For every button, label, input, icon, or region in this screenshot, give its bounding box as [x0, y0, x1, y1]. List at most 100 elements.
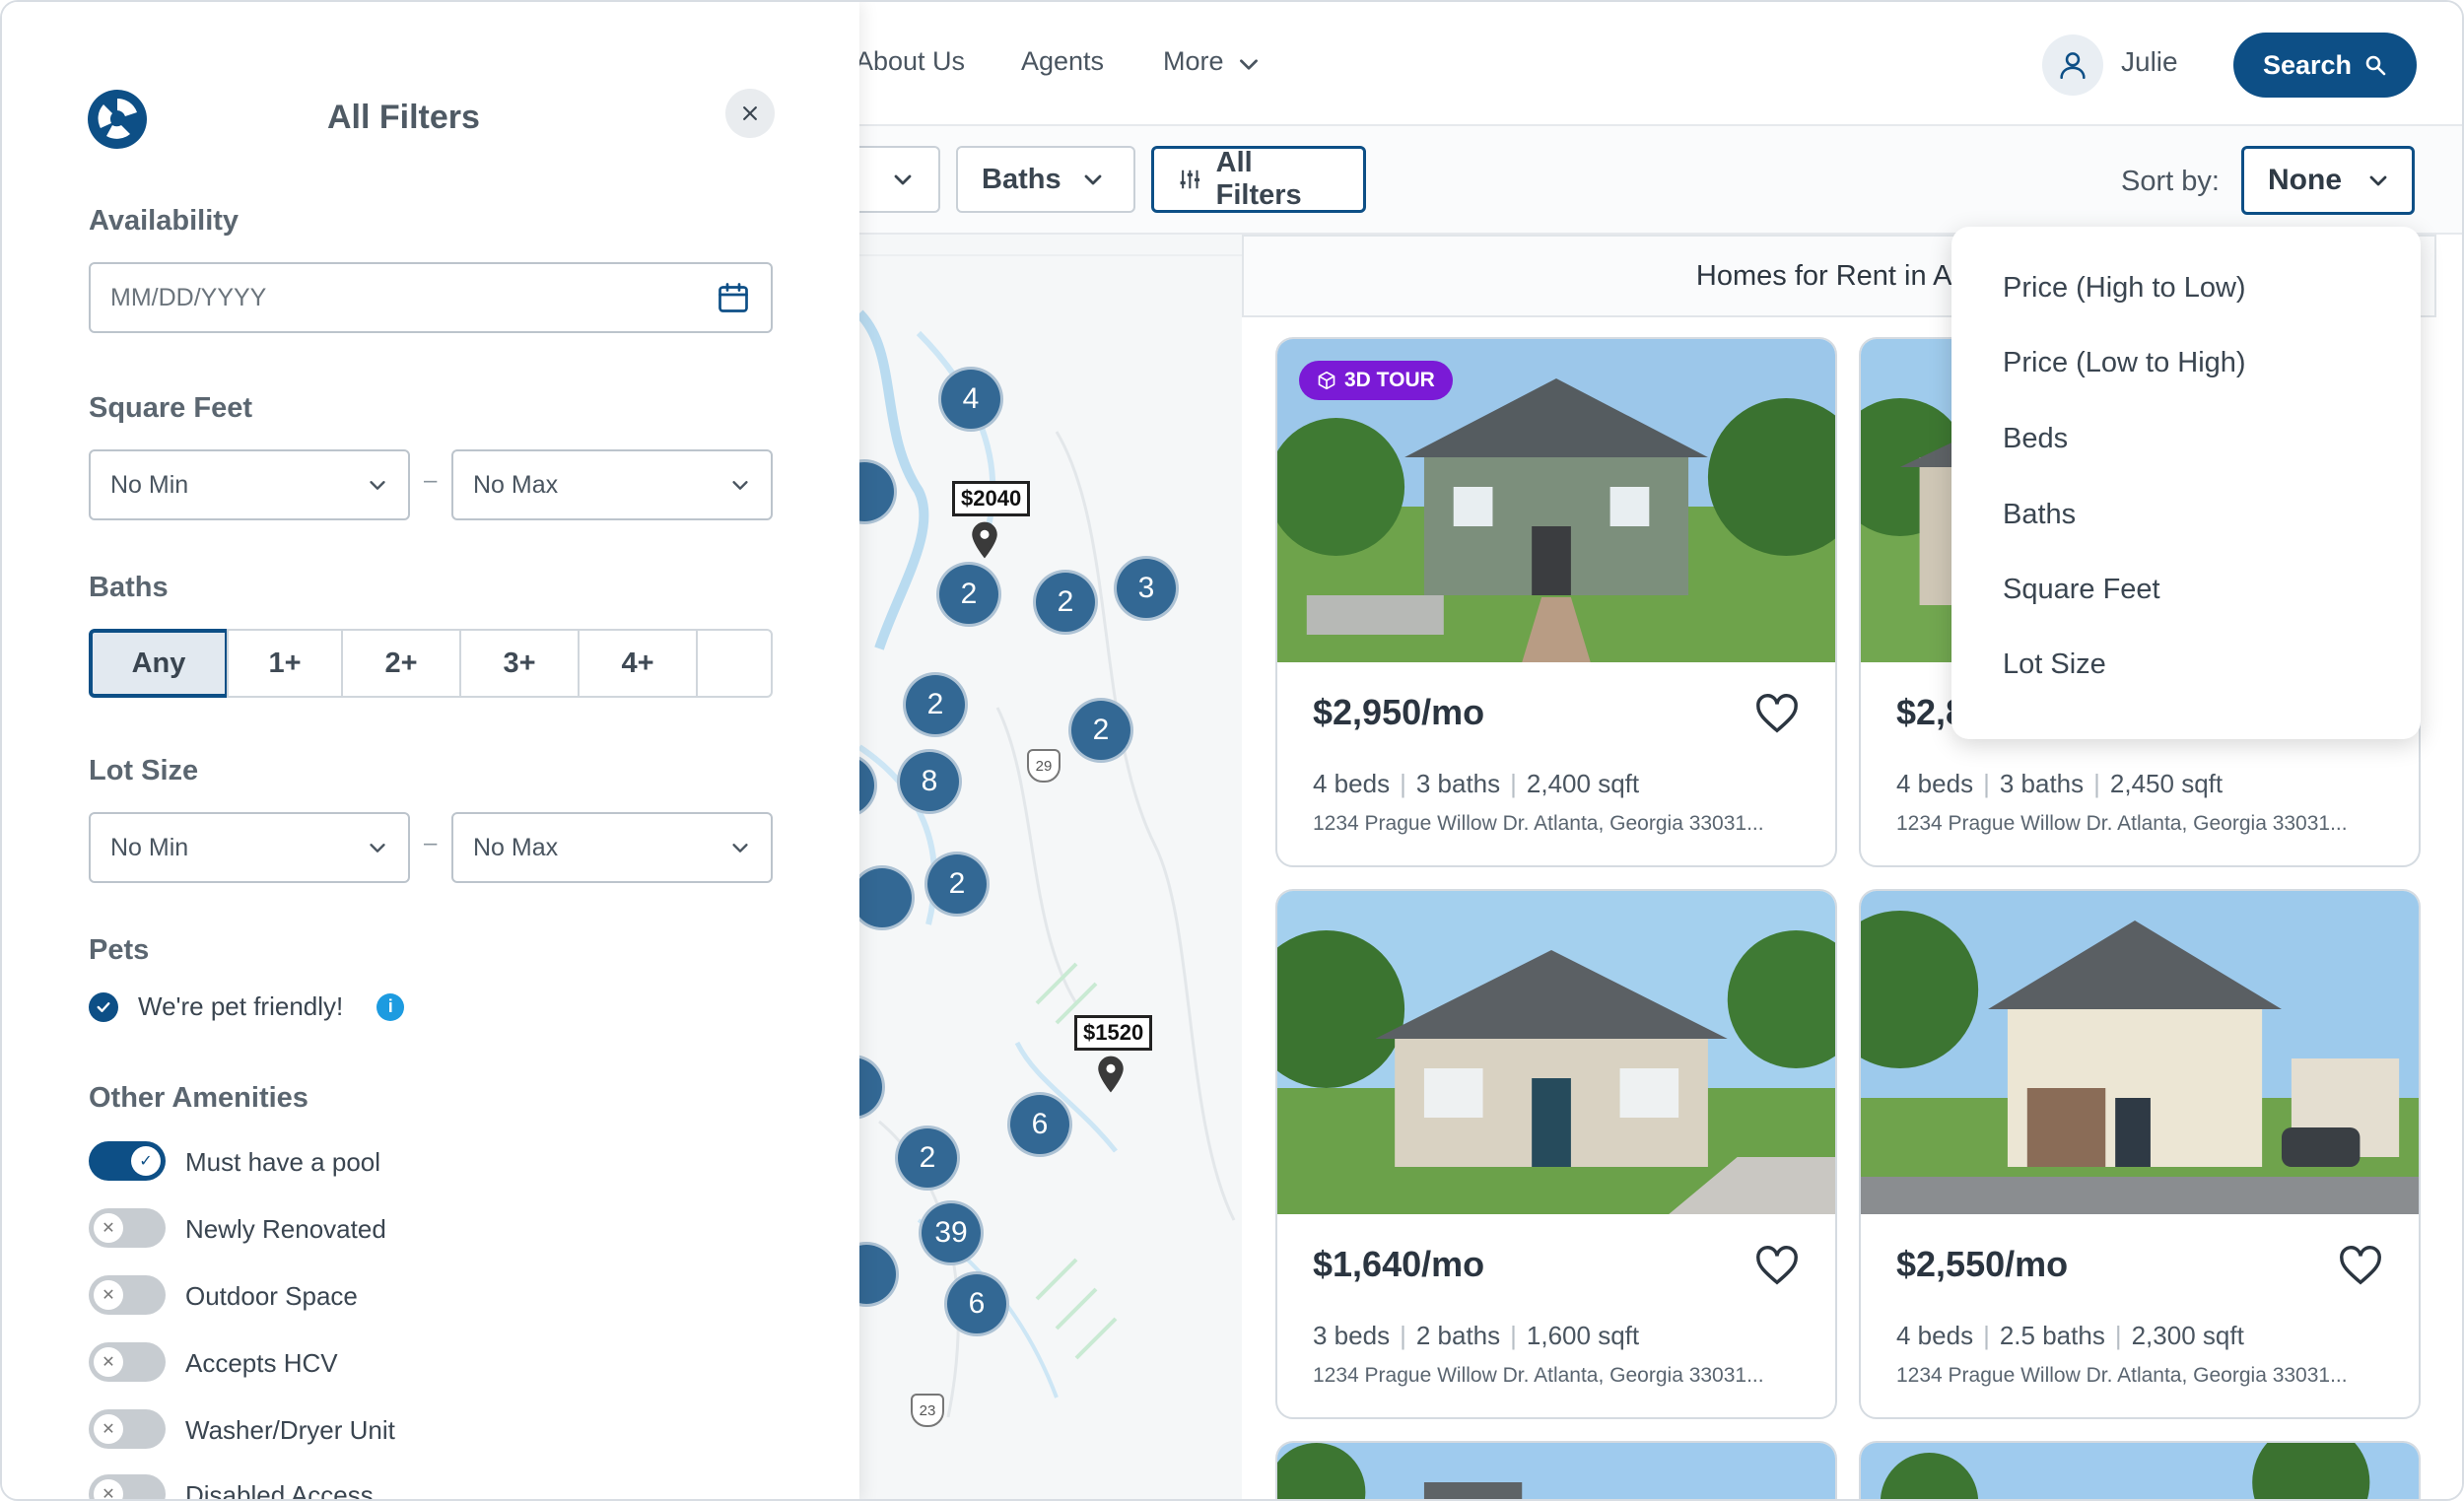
- map-cluster[interactable]: 8: [897, 749, 962, 814]
- info-icon[interactable]: i: [376, 992, 405, 1021]
- map-cluster[interactable]: 2: [1068, 698, 1133, 763]
- sort-option-price-high-low[interactable]: Price (High to Low): [2003, 272, 2246, 305]
- lot-min-select[interactable]: No Min: [89, 812, 410, 883]
- map-cluster[interactable]: 6: [1007, 1092, 1072, 1157]
- chevron-down-icon: [370, 844, 385, 853]
- sqft-max-value: No Max: [473, 470, 559, 499]
- calendar-icon[interactable]: [716, 280, 751, 315]
- map-pin-icon: [972, 521, 997, 559]
- map-price-pin[interactable]: $1520: [1074, 1015, 1153, 1051]
- x-icon: ✕: [94, 1347, 123, 1377]
- lot-min-value: No Min: [110, 833, 189, 861]
- listing-specs: 4 beds | 3 baths | 2,450 sqft: [1896, 769, 2224, 798]
- search-button[interactable]: Search: [2233, 33, 2417, 98]
- listing-address: 1234 Prague Willow Dr. Atlanta, Georgia …: [1896, 1364, 2348, 1387]
- bath-option-any[interactable]: Any: [89, 629, 229, 698]
- bath-option-3plus[interactable]: 3+: [459, 629, 580, 698]
- map-cluster[interactable]: 6: [944, 1271, 1009, 1336]
- washer-dryer-toggle[interactable]: ✕: [89, 1409, 166, 1449]
- listing-address: 1234 Prague Willow Dr. Atlanta, Georgia …: [1313, 1364, 1764, 1387]
- all-filters-panel: All Filters Availability MM/DD/YYYY Squa…: [2, 2, 859, 1499]
- chevron-down-icon: [370, 481, 385, 490]
- map-view[interactable]: 4 $2040 2 2 3 2 2 29 8 2 $1520 6 2 39 6 …: [859, 235, 1242, 1499]
- nav-agents-link[interactable]: Agents: [1021, 46, 1104, 77]
- renovated-toggle[interactable]: ✕: [89, 1208, 166, 1248]
- map-cluster[interactable]: 2: [936, 562, 1001, 627]
- sqft-min-select[interactable]: No Min: [89, 449, 410, 520]
- map-cluster[interactable]: 4: [938, 367, 1003, 432]
- baths-filter-chip[interactable]: Baths: [956, 146, 1135, 213]
- lot-max-select[interactable]: No Max: [451, 812, 773, 883]
- map-cluster[interactable]: 2: [1033, 570, 1098, 635]
- close-button[interactable]: [725, 89, 775, 138]
- avatar[interactable]: [2042, 34, 2103, 96]
- outdoor-space-toggle[interactable]: ✕: [89, 1275, 166, 1315]
- map-background: [859, 254, 1242, 1418]
- listing-card[interactable]: [1275, 1441, 1837, 1499]
- cube-icon: [1318, 371, 1335, 390]
- disabled-access-toggle[interactable]: ✕: [89, 1474, 166, 1499]
- listing-beds: 4 beds: [1313, 769, 1391, 798]
- bath-option-2plus[interactable]: 2+: [341, 629, 461, 698]
- heart-icon[interactable]: [1754, 692, 1800, 735]
- map-cluster[interactable]: 2: [903, 672, 968, 737]
- listing-card[interactable]: [1859, 1441, 2421, 1499]
- listing-address: 1234 Prague Willow Dr. Atlanta, Georgia …: [1313, 812, 1764, 835]
- listing-card[interactable]: $2,550/mo 4 beds | 2.5 baths | 2,300 sqft 12…: [1859, 889, 2421, 1419]
- map-pin-icon: [1098, 1056, 1124, 1093]
- sort-value: None: [2268, 164, 2342, 196]
- search-icon: [2365, 55, 2386, 76]
- map-cluster[interactable]: 3: [1114, 556, 1179, 621]
- sort-option-beds[interactable]: Beds: [2003, 423, 2068, 455]
- map-cluster[interactable]: 2: [895, 1126, 960, 1191]
- chevron-down-icon: [894, 174, 912, 185]
- bath-option-1plus[interactable]: 1+: [227, 629, 343, 698]
- checkmark-icon[interactable]: [89, 991, 118, 1022]
- brand-logo: [88, 90, 147, 149]
- sqft-max-select[interactable]: No Max: [451, 449, 773, 520]
- heart-icon[interactable]: [2338, 1244, 2383, 1287]
- listing-price: $1,640/mo: [1313, 1244, 1485, 1284]
- x-icon: ✕: [94, 1213, 123, 1243]
- range-dash: –: [424, 830, 438, 856]
- listing-price: $2,550/mo: [1896, 1244, 2069, 1284]
- bath-option-4plus[interactable]: 4+: [578, 629, 698, 698]
- map-cluster[interactable]: 39: [919, 1200, 984, 1265]
- all-filters-button[interactable]: All Filters: [1151, 146, 1366, 213]
- listing-photo: [1277, 891, 1835, 1214]
- availability-date-input[interactable]: MM/DD/YYYY: [89, 262, 773, 333]
- other-amenities-label: Other Amenities: [89, 1082, 308, 1114]
- sort-dropdown-menu: Price (High to Low) Price (Low to High) …: [1951, 227, 2421, 739]
- range-dash: –: [424, 467, 438, 494]
- listing-baths: 3 baths: [1999, 769, 2085, 798]
- nav-about-us-link[interactable]: About Us: [856, 46, 965, 77]
- listing-beds: 4 beds: [1896, 1321, 1974, 1350]
- all-filters-label: All Filters: [1215, 147, 1302, 211]
- lot-max-value: No Max: [473, 833, 559, 861]
- hcv-toggle[interactable]: ✕: [89, 1342, 166, 1382]
- nav-more-link[interactable]: More: [1163, 46, 1224, 77]
- sort-option-lot-size[interactable]: Lot Size: [2003, 648, 2106, 681]
- pool-toggle[interactable]: ✓: [89, 1141, 166, 1181]
- sort-option-square-feet[interactable]: Square Feet: [2003, 574, 2160, 606]
- x-icon: ✕: [94, 1414, 123, 1444]
- map-price-pin[interactable]: $2040: [952, 481, 1031, 516]
- user-name[interactable]: Julie: [2121, 46, 2178, 78]
- listing-card[interactable]: 3D TOUR $2,950/mo 4 beds | 3 baths | 2,400 s…: [1275, 337, 1837, 867]
- heart-icon[interactable]: [1754, 1244, 1800, 1287]
- listing-beds: 4 beds: [1896, 769, 1974, 798]
- square-feet-label: Square Feet: [89, 392, 252, 424]
- sort-option-price-low-high[interactable]: Price (Low to High): [2003, 347, 2246, 379]
- sort-option-baths[interactable]: Baths: [2003, 499, 2076, 531]
- map-cluster[interactable]: 2: [924, 852, 990, 917]
- availability-label: Availability: [89, 205, 240, 237]
- sort-select[interactable]: None: [2241, 146, 2415, 215]
- amenity-label: Washer/Dryer Unit: [185, 1415, 395, 1445]
- chevron-down-icon: [1084, 174, 1101, 185]
- chevron-down-icon: [732, 844, 748, 853]
- listing-sqft: 2,400 sqft: [1526, 769, 1640, 798]
- highway-shield: 29: [1027, 749, 1061, 783]
- listing-card[interactable]: $1,640/mo 3 beds | 2 baths | 1,600 sqft 1234…: [1275, 889, 1837, 1419]
- pets-checkbox-row[interactable]: We're pet friendly! i: [89, 991, 405, 1022]
- search-button-label: Search: [2262, 49, 2353, 80]
